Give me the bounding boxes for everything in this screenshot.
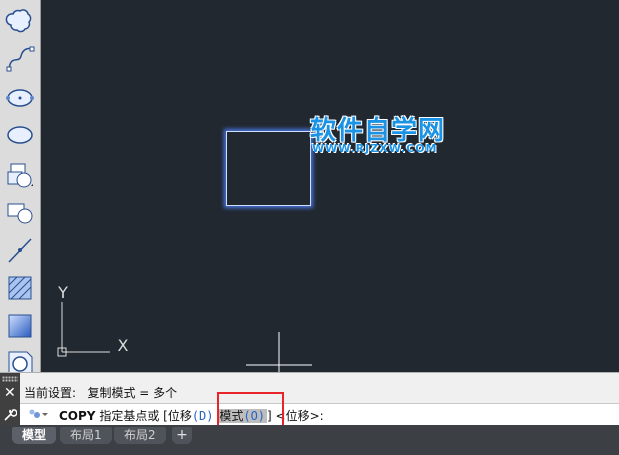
command-window: ✕ 当前设置: 复制模式 = 多个 COPY 指定基点或 [位移(D) 模式(O… [0,372,619,426]
add-layout-button[interactable]: + [172,427,192,444]
option-move-hotkey: (D) [191,409,214,423]
command-window-sidebar: ✕ [0,373,20,426]
tab-layout2[interactable]: 布局2 [114,427,166,444]
make-block-icon[interactable] [3,196,37,230]
watermark-url: WWW.RJZXW.COM [312,142,438,155]
command-name: COPY [59,409,96,423]
command-prompt-icon[interactable] [28,408,48,420]
selected-rectangle[interactable] [226,131,311,206]
ellipse-icon[interactable] [3,81,37,115]
insert-block-icon[interactable] [3,158,37,192]
command-prompt: 指定基点或 [ [95,409,168,423]
layout-tab-bar: 模型 布局1 布局2 + [0,425,619,455]
draw-toolbar [0,0,41,375]
ucs-y-label: Y [57,283,68,302]
drag-grip-icon[interactable] [2,376,18,382]
spline-icon[interactable] [3,42,37,76]
command-history-line: 当前设置: 复制模式 = 多个 [24,386,178,400]
ucs-x-label: X [118,336,129,355]
crosshair-cursor [246,332,312,372]
tab-layout1[interactable]: 布局1 [60,427,112,444]
point-icon[interactable] [3,233,37,267]
option-move[interactable]: 位移(D) [168,409,214,423]
hatch-icon[interactable] [3,271,37,305]
gradient-icon[interactable] [3,309,37,343]
revision-cloud-icon[interactable] [3,3,37,37]
close-icon[interactable]: ✕ [4,386,16,400]
option-move-label: 位移 [167,409,192,423]
tab-model[interactable]: 模型 [12,427,57,444]
ellipse-arc-icon[interactable] [3,118,37,152]
command-input-line[interactable]: COPY 指定基点或 [位移(D) 模式(O)] <位移>: [20,403,619,425]
wrench-icon[interactable] [3,408,17,422]
ucs-icon: Y X [57,283,129,357]
